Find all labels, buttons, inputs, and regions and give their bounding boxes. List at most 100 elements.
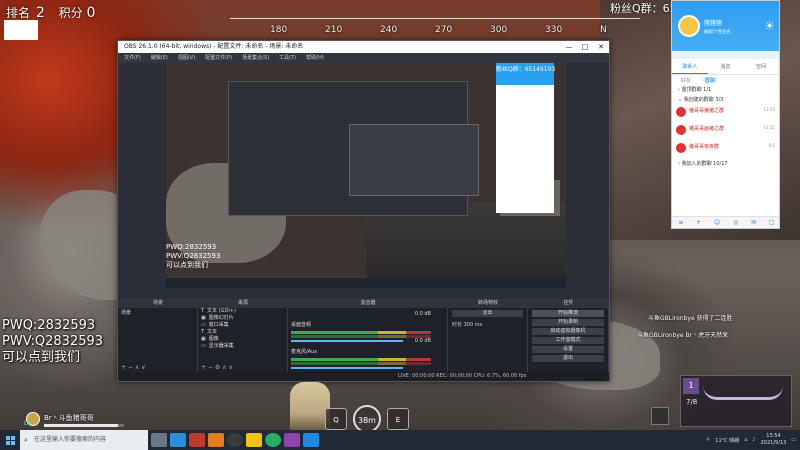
menu-help[interactable]: 帮助(H) [306,53,324,63]
search-input[interactable]: ⌕ 在这里输入你要搜索的内容 [20,430,148,450]
source-toolbar[interactable]: + − ⚙ ∧ ∨ [198,364,287,372]
sources-dock[interactable]: T 文本 (GDI+) ▣ 图像幻灯片 ▭ 窗口采集 T 文本 ▣ 图像 ▭ 显示器采集 +… [198,308,288,372]
menu-scene-collection[interactable]: 场景集合(S) [242,53,269,63]
weather-icon[interactable]: ☼ [706,437,710,443]
transitions-dock[interactable]: 淡出 时长 300 ms [448,308,528,372]
list-item[interactable]: 猪哥哥夜夜群 8:1 [672,141,779,159]
volume-slider[interactable] [291,367,403,369]
source-item[interactable]: ▭ 显示器采集 [198,343,287,350]
group-name: 猪哥哥猪猪之群 [689,108,725,114]
preview-contact-line: PWQ:2832593 [166,243,217,251]
transition-duration-value[interactable]: 300 ms [464,322,483,328]
obs-preview-canvas[interactable]: 粉丝Q群：65145103 PWQ:2832593 PWV:Q2832593 可… [166,63,566,288]
start-button[interactable] [0,430,20,450]
volume-icon[interactable]: ♪ [752,437,755,443]
qq-icon[interactable] [303,433,319,447]
menu-file[interactable]: 文件(F) [124,53,141,63]
transition-select[interactable]: 淡出 [452,310,523,317]
tab-space[interactable]: 空间 [743,59,779,74]
menu-icon[interactable]: ≡ [678,219,683,226]
tab-messages[interactable]: 消息 [708,59,744,74]
close-icon[interactable]: ✕ [593,41,609,53]
group-section[interactable]: ⌄ 我创建的群聊 3/3 [672,95,779,105]
network-icon[interactable]: ⌂ [744,437,747,443]
group-section[interactable]: › 我加入的群聊 10/17 [672,159,779,169]
task-view-icon[interactable] [151,433,167,447]
mail-icon[interactable]: ✉ [751,219,756,226]
studio-mode-button[interactable]: 工作室模式 [532,337,604,344]
clock[interactable]: 13:54 2021/9/13 [761,433,787,447]
tab-contacts[interactable]: 联系人 [672,59,708,74]
mixer-row[interactable]: 桌面音频 0.0 dB [291,311,431,342]
folder-icon[interactable] [246,433,262,447]
app-icon[interactable] [208,433,224,447]
skill-bar: Q 38m E [325,405,409,433]
avatar[interactable] [678,15,700,37]
compass-tick: 270 [435,25,453,35]
start-record-button[interactable]: 开始录制 [532,319,604,326]
app-icon[interactable] [284,433,300,447]
source-item[interactable]: T 文本 [198,329,287,336]
obs-icon[interactable] [227,433,243,447]
mixer-dock-header: 混音器 [288,299,448,308]
add-icon[interactable]: + [696,219,701,226]
list-item[interactable]: 猪哥哥猪猪之群 13:54 [672,105,779,123]
minimize-icon[interactable]: — [561,41,577,53]
scene-toolbar[interactable]: + − ∧ ∨ [118,364,197,372]
preview-taskbar [166,278,566,288]
menu-tools[interactable]: 工具(T) [279,53,296,63]
menu-profile[interactable]: 配置文件(P) [205,53,232,63]
contact-line: PWQ:2832593 [2,318,96,333]
compass-tick: 330 [545,25,563,35]
obs-titlebar[interactable]: OBS 26.1.0 (64-bit, windows) - 配置文件: 未命名… [118,41,609,53]
qq-footer: ≡ + ☺ ◎ ✉ □ [672,216,779,228]
subtab-friends[interactable]: 好友 [678,77,694,84]
edge-icon[interactable] [170,433,186,447]
weapon-slot: 1 [683,378,699,394]
list-item[interactable]: 猪哥哥画猪之群 13:51 [672,123,779,141]
qq-signature[interactable]: 编辑个性签名 [704,29,731,35]
contact-overlay: PWQ:2832593 PWV:Q2832593 可以点到我们 [2,318,103,366]
gift-notice: 斗鱼GBLironbye 获得了二连胜 [648,315,733,322]
settings-button[interactable]: 设置 [532,346,604,353]
player-character [290,382,330,434]
source-item[interactable]: ▣ 图像幻灯片 [198,315,287,322]
health-fill [44,424,118,427]
subtab-groups[interactable]: 群聊 [702,77,719,84]
mixer-row[interactable]: 麦克风/Aux 0.0 dB [291,338,431,369]
scenes-dock[interactable]: 场景 + − ∧ ∨ [118,308,198,372]
qq-subtabs: 好友 群聊 [672,75,779,85]
transitions-dock-header: 转场特效 [448,299,528,308]
mixer-dock[interactable]: 桌面音频 0.0 dB 麦克风/Aux 0.0 dB [288,308,448,372]
group-section[interactable]: › 置顶群聊 1/1 [672,85,779,95]
weather-icon[interactable]: ☀ [764,19,775,33]
source-item[interactable]: ▣ 图像 [198,336,287,343]
chrome-icon[interactable] [265,433,281,447]
window-icon[interactable]: □ [769,219,775,226]
source-item[interactable]: ▭ 窗口采集 [198,322,287,329]
menu-view[interactable]: 视图(V) [178,53,195,63]
white-placeholder-box [4,20,38,40]
maximize-icon[interactable]: □ [577,41,593,53]
scene-item[interactable]: 场景 [118,308,197,317]
exit-button[interactable]: 退出 [532,355,604,362]
notification-icon[interactable]: ▭ [791,437,796,443]
obs-window[interactable]: OBS 26.1.0 (64-bit, windows) - 配置文件: 未命名… [117,40,610,382]
qq-search-bar[interactable] [672,51,779,59]
virtual-camera-button[interactable]: 启动虚拟摄像机 [532,328,604,335]
obs-title: OBS 26.1.0 (64-bit, windows) - 配置文件: 未命名… [124,43,304,50]
group-name: 猪哥哥夜夜群 [689,144,720,150]
skill-q: Q [325,408,347,430]
start-stream-button[interactable]: 开始推流 [532,310,604,317]
emoji-icon[interactable]: ☺ [714,219,720,226]
source-item[interactable]: T 文本 (GDI+) [198,308,287,315]
qq-panel[interactable]: 猪猪猪 编辑个性签名 ☀ 联系人 消息 空间 好友 群聊 › 置顶群聊 1/1 … [671,0,780,229]
mixer-db: 0.0 dB [414,338,431,344]
controls-dock[interactable]: 开始推流 开始录制 启动虚拟摄像机 工作室模式 设置 退出 [528,308,609,372]
group-avatar [676,107,686,117]
source-name: 文本 [207,329,218,335]
menu-edit[interactable]: 编辑(E) [151,53,168,63]
app-icon[interactable] [189,433,205,447]
camera-icon[interactable]: ◎ [733,219,738,226]
weather-text[interactable]: 11°C 晴朗 [715,437,739,444]
